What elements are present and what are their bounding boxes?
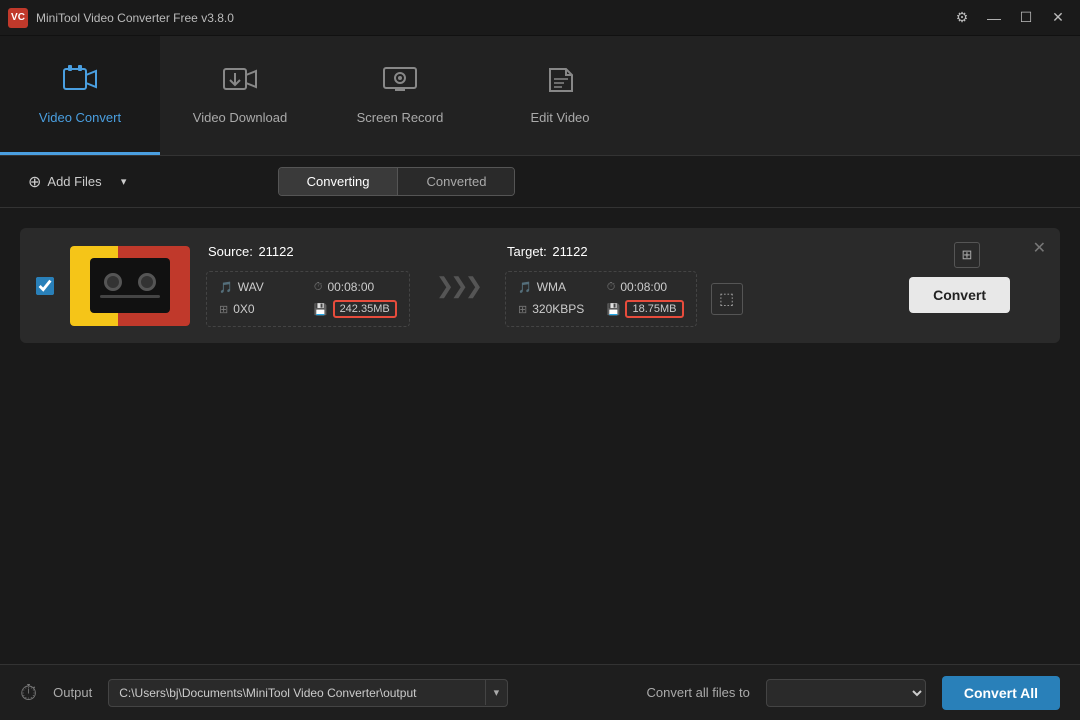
- cursor-icon-button[interactable]: ⬚: [711, 283, 743, 315]
- target-duration-value: 00:08:00: [620, 280, 667, 294]
- add-files-button[interactable]: ⊕ Add Files: [20, 166, 110, 198]
- source-duration-icon: ⏱: [314, 281, 323, 294]
- minimize-button[interactable]: —: [980, 7, 1008, 29]
- output-label: Output: [53, 685, 92, 700]
- convert-button[interactable]: Convert: [909, 277, 1010, 313]
- target-bitrate-icon: ⊞: [518, 303, 527, 316]
- cassette-spool-left: [104, 273, 122, 291]
- app-logo: VC: [8, 8, 28, 28]
- top-navigation: Video Convert Video Download Screen Reco…: [0, 36, 1080, 156]
- title-bar: VC MiniTool Video Converter Free v3.8.0 …: [0, 0, 1080, 36]
- target-bitrate-item: ⊞ 320KBPS: [518, 300, 595, 318]
- target-format-item: 🎵 WMA: [518, 280, 595, 294]
- video-download-icon: [222, 63, 258, 102]
- add-files-icon: ⊕: [28, 172, 41, 192]
- content-area: Source: 21122 🎵 WAV ⏱ 00:08:00 ⊞ 0X0 💾: [0, 208, 1080, 373]
- convert-all-button[interactable]: Convert All: [942, 676, 1060, 710]
- arrows-block: ❯❯❯: [426, 273, 489, 299]
- target-duration-item: ⏱ 00:08:00: [607, 280, 684, 294]
- source-format-item: 🎵 WAV: [219, 280, 302, 294]
- video-convert-icon: [62, 63, 98, 102]
- source-resolution-item: ⊞ 0X0: [219, 300, 302, 318]
- source-duration-item: ⏱ 00:08:00: [314, 280, 397, 294]
- nav-video-convert-label: Video Convert: [39, 110, 121, 125]
- output-path-arrow-icon[interactable]: ▾: [485, 680, 508, 705]
- output-path-container: ▾: [108, 679, 508, 707]
- cassette-tape-line: [100, 295, 160, 298]
- screen-record-icon: [382, 63, 418, 102]
- file-checkbox[interactable]: [36, 277, 54, 295]
- tab-converting[interactable]: Converting: [279, 168, 399, 195]
- nav-video-download-label: Video Download: [193, 110, 287, 125]
- target-info-grid: 🎵 WMA ⏱ 00:08:00 ⊞ 320KBPS 💾 18.75MB: [505, 271, 696, 327]
- nav-edit-video[interactable]: Edit Video: [480, 36, 640, 155]
- convert-all-select[interactable]: [766, 679, 926, 707]
- settings-button[interactable]: ⚙: [948, 7, 976, 29]
- nav-screen-record[interactable]: Screen Record: [320, 36, 480, 155]
- nav-screen-record-label: Screen Record: [357, 110, 444, 125]
- source-size-item: 💾 242.35MB: [314, 300, 397, 318]
- cassette-bg: [70, 246, 190, 326]
- target-size-icon: 💾: [607, 303, 621, 316]
- source-size-icon: 💾: [314, 303, 328, 316]
- edit-icon-button[interactable]: ⊞: [954, 242, 980, 268]
- file-thumbnail: [70, 246, 190, 326]
- source-format-value: WAV: [238, 280, 264, 294]
- title-bar-controls: ⚙ — ☐ ✕: [948, 7, 1072, 29]
- cassette-spools: [104, 273, 156, 291]
- cassette-spool-right: [138, 273, 156, 291]
- nav-video-download[interactable]: Video Download: [160, 36, 320, 155]
- source-format-icon: 🎵: [219, 281, 233, 294]
- target-format-icon: 🎵: [518, 281, 532, 294]
- cassette-body: [90, 258, 170, 313]
- tab-converted[interactable]: Converted: [398, 168, 514, 195]
- target-bitrate-value: 320KBPS: [532, 302, 584, 316]
- nav-edit-video-label: Edit Video: [530, 110, 589, 125]
- conversion-arrows: ❯❯❯: [436, 273, 479, 299]
- add-files-label: Add Files: [47, 174, 101, 189]
- target-duration-icon: ⏱: [607, 281, 616, 294]
- edit-video-icon: [542, 63, 578, 102]
- source-resolution-icon: ⊞: [219, 303, 228, 316]
- clock-icon: ⏱: [20, 680, 37, 706]
- output-path-input[interactable]: [109, 680, 484, 706]
- target-format-value: WMA: [537, 280, 566, 294]
- source-size-badge: 242.35MB: [333, 300, 397, 318]
- file-card: Source: 21122 🎵 WAV ⏱ 00:08:00 ⊞ 0X0 💾: [20, 228, 1060, 343]
- nav-video-convert[interactable]: Video Convert: [0, 36, 160, 155]
- close-card-button[interactable]: ✕: [1033, 238, 1046, 258]
- source-label: Source: 21122: [206, 244, 410, 259]
- add-files-dropdown-button[interactable]: ▾: [110, 171, 138, 193]
- convert-all-label: Convert all files to: [647, 685, 750, 700]
- target-size-badge: 18.75MB: [625, 300, 683, 318]
- title-bar-left: VC MiniTool Video Converter Free v3.8.0: [8, 8, 234, 28]
- toolbar: ⊕ Add Files ▾ Converting Converted: [0, 156, 1080, 208]
- bottom-bar: ⏱ Output ▾ Convert all files to Convert …: [0, 664, 1080, 720]
- source-info-grid: 🎵 WAV ⏱ 00:08:00 ⊞ 0X0 💾 242.35MB: [206, 271, 410, 327]
- target-size-item: 💾 18.75MB: [607, 300, 684, 318]
- close-button[interactable]: ✕: [1044, 7, 1072, 29]
- app-title: MiniTool Video Converter Free v3.8.0: [36, 11, 234, 25]
- source-resolution-value: 0X0: [233, 302, 254, 316]
- tab-group: Converting Converted: [278, 167, 516, 196]
- source-duration-value: 00:08:00: [327, 280, 374, 294]
- source-block: Source: 21122 🎵 WAV ⏱ 00:08:00 ⊞ 0X0 💾: [206, 244, 410, 327]
- maximize-button[interactable]: ☐: [1012, 7, 1040, 29]
- target-block: Target: 21122 🎵 WMA ⏱ 00:08:00 ⊞ 320KBPS: [505, 244, 742, 327]
- target-label: Target: 21122: [505, 244, 742, 259]
